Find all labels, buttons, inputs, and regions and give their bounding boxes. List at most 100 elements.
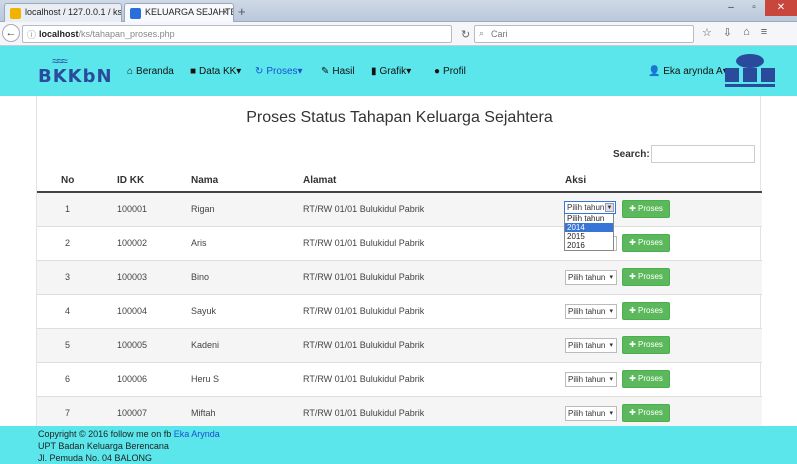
dropdown-option[interactable]: 2016 [565, 241, 613, 250]
phpmyadmin-icon [10, 8, 21, 19]
chevron-down-icon: ▾ [297, 66, 303, 77]
refresh-icon: ↻ [255, 66, 264, 77]
site-footer: Copyright © 2016 follow me on fb Eka Ary… [0, 426, 797, 464]
close-tab-icon[interactable]: × [222, 7, 228, 18]
cell-idkk: 100007 [117, 408, 148, 418]
nav-proses[interactable]: ↻ Proses▾ [255, 66, 303, 77]
button-label: Proses [638, 204, 663, 213]
proses-button[interactable]: ✚ Proses [622, 370, 670, 388]
year-select[interactable]: Pilih tahun▾ [565, 304, 617, 319]
new-tab-icon[interactable]: + [238, 4, 246, 19]
plus-arrow-icon: ✚ [629, 204, 639, 213]
back-arrow-icon[interactable]: ← [2, 24, 20, 42]
cell-no: 5 [65, 340, 71, 350]
year-select[interactable]: Pilih tahun▾ [565, 406, 617, 421]
nav-hasil[interactable]: ✎ Hasil [321, 66, 355, 77]
table-search-input[interactable] [651, 145, 755, 163]
year-dropdown-list[interactable]: Pilih tahun 2014 2015 2016 [564, 213, 614, 251]
cell-idkk: 100005 [117, 340, 148, 350]
nav-data-kk[interactable]: ■ Data KK▾ [190, 66, 241, 77]
proses-button[interactable]: ✚ Proses [622, 200, 670, 218]
proses-button[interactable]: ✚ Proses [622, 404, 670, 422]
dropdown-option[interactable]: 2014 [565, 223, 613, 232]
proses-button[interactable]: ✚ Proses [622, 234, 670, 252]
select-value: Pilih tahun [568, 375, 606, 384]
minimize-icon[interactable]: – [719, 0, 743, 16]
copyright-text: Copyright © 2016 follow me on fb [38, 429, 172, 439]
dropdown-option[interactable]: 2015 [565, 232, 613, 241]
table-row: 1 100001 Rigan RT/RW 01/01 Bulukidul Pabrik… [37, 193, 762, 227]
nav-profil[interactable]: ● Profil [434, 66, 466, 77]
plus-arrow-icon: ✚ [629, 238, 639, 247]
nav-label: Beranda [136, 66, 174, 77]
year-select[interactable]: Pilih tahun▾ [565, 338, 617, 353]
table-row: 5 100005 Kadeni RT/RW 01/01 Bulukidul Pabri… [37, 329, 762, 363]
proses-button[interactable]: ✚ Proses [622, 336, 670, 354]
nav-label: Hasil [332, 66, 355, 77]
book-icon: ■ [190, 66, 197, 77]
search-label: Search: [613, 149, 650, 160]
bkkbn-logo[interactable]: ≈≈≈ BKKbN [38, 54, 112, 87]
col-header-aksi[interactable]: Aksi [565, 175, 586, 186]
plus-arrow-icon: ✚ [629, 408, 639, 417]
year-select[interactable]: Pilih tahun▾ [565, 372, 617, 387]
cell-alamat: RT/RW 01/01 Bulukidul Pabrik [303, 204, 425, 214]
info-icon: ● [434, 66, 441, 77]
author-link[interactable]: Eka Arynda [174, 429, 220, 439]
cell-alamat: RT/RW 01/01 Bulukidul Pabrik [303, 272, 425, 282]
year-select-open[interactable]: Pilih tahun ▼ [564, 201, 616, 214]
browser-search-box[interactable]: ⌕ [474, 25, 694, 43]
cell-nama: Kadeni [191, 340, 220, 350]
user-icon: 👤 [648, 66, 661, 77]
footer-address: Jl. Pemuda No. 04 BALONG [38, 453, 153, 463]
table-row: 4 100004 Sayuk RT/RW 01/01 Bulukidul Pabrik… [37, 295, 762, 329]
cell-nama: Heru S [191, 374, 220, 384]
keluarga-sejahtera-logo [725, 54, 775, 87]
select-value: Pilih tahun [567, 203, 605, 212]
user-name: Eka arynda A [663, 66, 723, 77]
cell-alamat: RT/RW 01/01 Bulukidul Pabrik [303, 408, 425, 418]
cell-no: 1 [65, 204, 71, 214]
col-header-nama[interactable]: Nama [191, 175, 218, 186]
browser-tab-keluarga-sejahtera[interactable]: KELUARGA SEJAHTERA × [124, 3, 234, 22]
edit-icon: ✎ [321, 66, 330, 77]
col-header-idkk[interactable]: ID KK [117, 175, 144, 186]
browser-search-input[interactable] [491, 27, 681, 41]
address-bar[interactable]: ⓘ localhost/ks/tahapan_proses.php [22, 25, 452, 43]
col-header-no[interactable]: No [61, 175, 74, 186]
info-icon[interactable]: ⓘ [27, 28, 36, 41]
cell-idkk: 100003 [117, 272, 148, 282]
proses-button[interactable]: ✚ Proses [622, 302, 670, 320]
reload-icon[interactable]: ↻ [461, 28, 470, 41]
menu-icon[interactable]: ≡ [761, 26, 767, 39]
browser-toolbar: ← ⓘ localhost/ks/tahapan_proses.php ↻ ⌕ … [0, 22, 797, 46]
maximize-icon[interactable]: ▫ [743, 0, 765, 16]
url-text: localhost/ks/tahapan_proses.php [39, 29, 175, 39]
select-value: Pilih tahun [568, 307, 606, 316]
user-menu[interactable]: 👤 Eka arynda A▾ [648, 66, 728, 77]
window-close-icon[interactable]: ✕ [765, 0, 797, 16]
url-path: /ks/tahapan_proses.php [78, 29, 175, 39]
bookmark-star-icon[interactable]: ☆ [702, 26, 712, 39]
url-host: localhost [39, 29, 79, 39]
proses-button[interactable]: ✚ Proses [622, 268, 670, 286]
nav-label: Proses [266, 66, 298, 77]
downloads-icon[interactable]: ⇩ [723, 26, 732, 39]
col-header-alamat[interactable]: Alamat [303, 175, 336, 186]
button-label: Proses [638, 238, 663, 247]
cell-nama: Sayuk [191, 306, 217, 316]
bar-chart-icon: ▮ [371, 66, 377, 77]
dropdown-option[interactable]: Pilih tahun [565, 214, 613, 223]
select-value: Pilih tahun [568, 273, 606, 282]
search-icon: ⌕ [479, 28, 485, 38]
home-icon: ⌂ [127, 66, 134, 77]
dropdown-arrow-icon[interactable]: ▼ [605, 203, 614, 212]
browser-tab-phpmyadmin[interactable]: localhost / 127.0.0.1 / ks / t... [4, 3, 122, 22]
nav-label: Data KK [199, 66, 237, 77]
home-icon[interactable]: ⌂ [743, 26, 750, 39]
nav-beranda[interactable]: ⌂ Beranda [127, 66, 174, 77]
plus-arrow-icon: ✚ [629, 272, 639, 281]
year-select[interactable]: Pilih tahun▾ [565, 270, 617, 285]
cell-alamat: RT/RW 01/01 Bulukidul Pabrik [303, 238, 425, 248]
nav-grafik[interactable]: ▮ Grafik▾ [371, 66, 411, 77]
